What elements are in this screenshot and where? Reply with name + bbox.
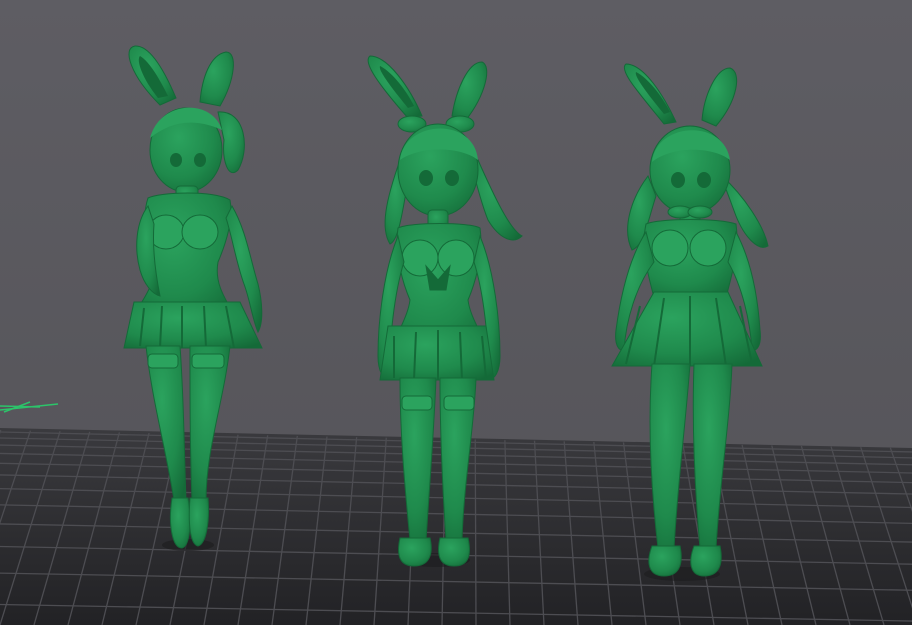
scene-canvas[interactable] <box>0 0 912 625</box>
grid-line <box>474 439 477 625</box>
3d-viewport[interactable] <box>0 0 912 625</box>
